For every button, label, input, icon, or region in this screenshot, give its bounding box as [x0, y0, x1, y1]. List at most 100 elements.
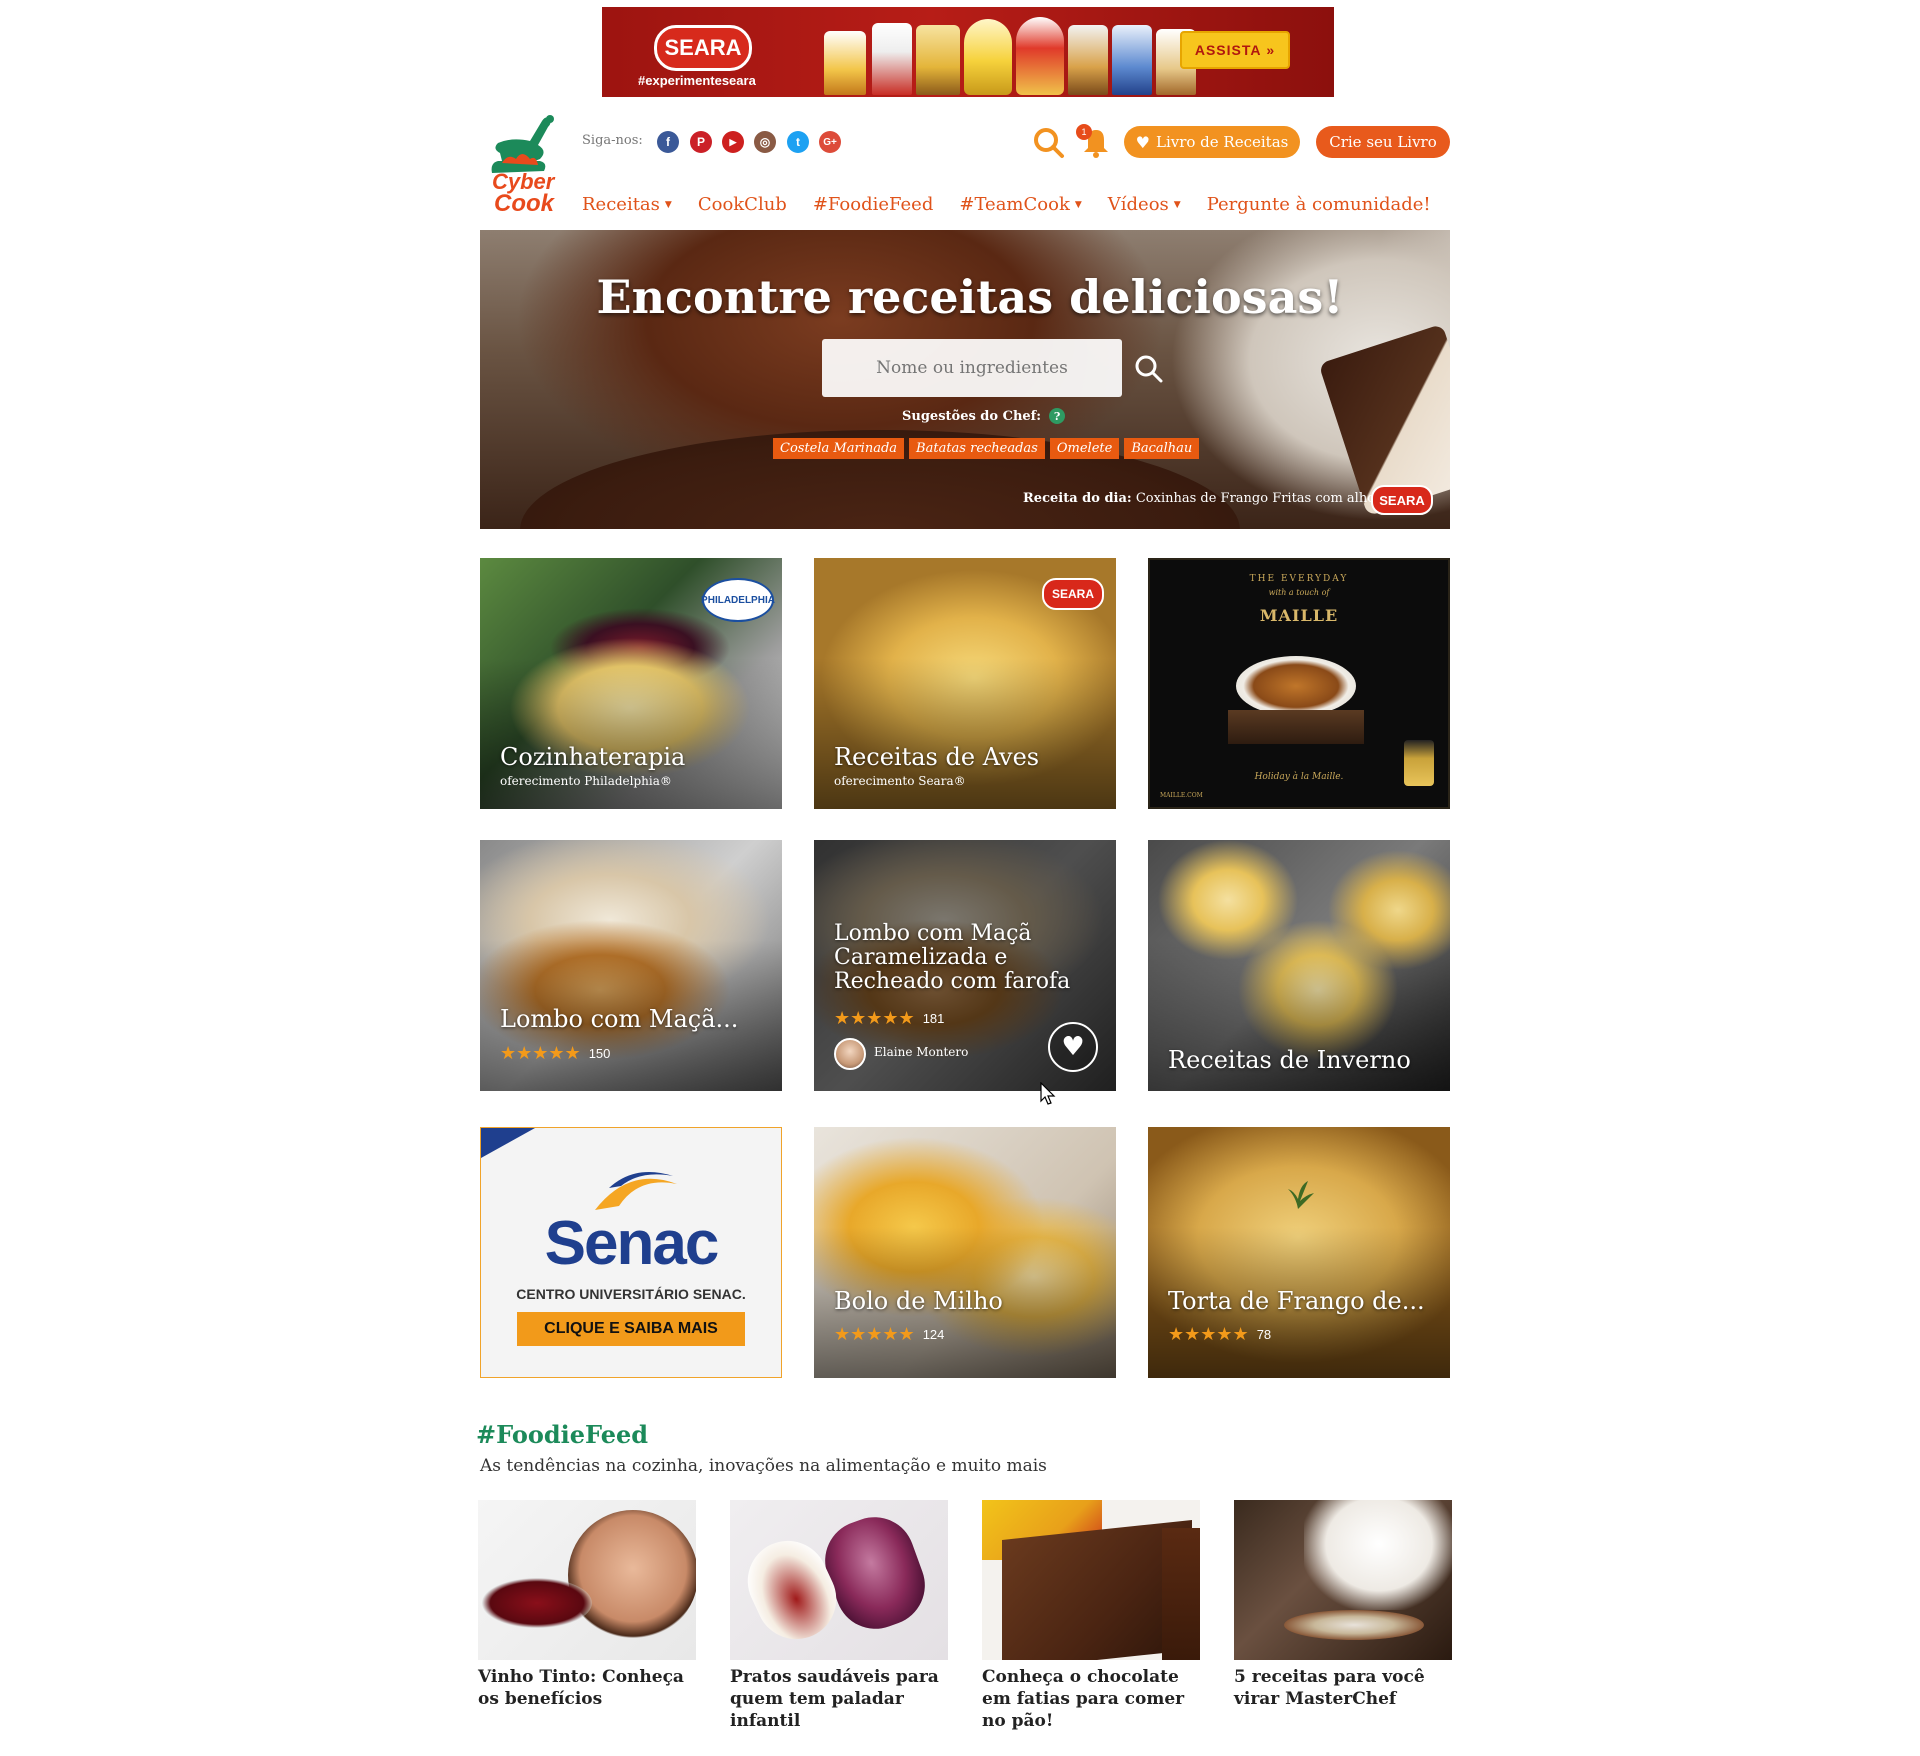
seara-brand-badge: SEARA: [1042, 578, 1104, 610]
rating-stars: ★★★★★ 124: [834, 1324, 944, 1345]
seara-top-banner-ad[interactable]: SEARA #experimenteseara ASSISTA »: [602, 7, 1334, 97]
heart-icon: ♥: [1135, 132, 1150, 152]
notifications-count-badge: 1: [1076, 124, 1092, 140]
ad-tagline: Holiday à la Maille.: [1254, 772, 1344, 782]
nav-item-cookclub[interactable]: CookClub: [698, 194, 787, 215]
heart-icon: ♥: [1061, 1032, 1085, 1062]
svg-text:Cook: Cook: [494, 190, 556, 217]
foodiefeed-item[interactable]: 5 receitas para você virar MasterChef: [1234, 1500, 1452, 1710]
chevron-down-icon: ▼: [1173, 199, 1181, 210]
card-title: Lombo com Maçã Caramelizada e Recheado c…: [834, 921, 1071, 994]
ad-corner-decoration: [481, 1128, 535, 1158]
author-name[interactable]: Elaine Montero: [874, 1045, 968, 1059]
chevron-down-icon: ▼: [664, 199, 672, 210]
rating-stars: ★★★★★ 78: [1168, 1324, 1271, 1345]
recipe-book-button[interactable]: ♥ Livro de Receitas: [1124, 126, 1300, 158]
article-caption[interactable]: Pratos saudáveis para quem tem paladar i…: [730, 1666, 948, 1732]
card-receitas-de-aves[interactable]: SEARA Receitas de Aves oferecimento Sear…: [814, 558, 1116, 809]
foodiefeed-section-subtitle: As tendências na cozinha, inovações na a…: [480, 1456, 1047, 1476]
nav-item-videos[interactable]: Vídeos ▼: [1108, 194, 1181, 215]
maille-ad[interactable]: THE EVERYDAY with a touch of MAILLE Holi…: [1148, 558, 1450, 809]
seara-logo: SEARA: [654, 25, 752, 71]
google-plus-icon[interactable]: G+: [819, 131, 841, 153]
ad-line: THE EVERYDAY: [1249, 574, 1349, 584]
recipe-search-input[interactable]: [822, 339, 1122, 397]
card-sponsor: oferecimento Seara®: [834, 774, 966, 788]
star-icon: ★★★★★: [1168, 1324, 1249, 1345]
senac-ad[interactable]: Senac CENTRO UNIVERSITÁRIO SENAC. CLIQUE…: [480, 1127, 782, 1378]
senac-cta-button[interactable]: CLIQUE E SAIBA MAIS: [517, 1312, 745, 1346]
ad-line: CENTRO UNIVERSITÁRIO SENAC.: [516, 1286, 746, 1302]
nav-item-receitas[interactable]: Receitas ▼: [582, 194, 672, 215]
follow-us-label: Siga-nos:: [582, 133, 643, 148]
card-lombo-com-maca-expanded[interactable]: Lombo com Maçã Caramelizada e Recheado c…: [814, 840, 1116, 1091]
hero-title: Encontre receitas deliciosas!: [596, 270, 1344, 324]
ad-hashtag: #experimenteseara: [638, 73, 756, 88]
mouse-cursor-icon: [1040, 1081, 1056, 1110]
ad-products-image: [812, 15, 1212, 95]
card-cozinhaterapia[interactable]: PHILADELPHIA Cozinhaterapia oferecimento…: [480, 558, 782, 809]
nav-item-teamcook[interactable]: #TeamCook ▼: [959, 194, 1081, 215]
search-icon[interactable]: [1032, 126, 1066, 160]
philadelphia-brand-badge: PHILADELPHIA: [701, 578, 775, 622]
card-sponsor: oferecimento Philadelphia®: [500, 774, 672, 788]
rating-count: 181: [922, 1011, 945, 1026]
article-caption[interactable]: Conheça o chocolate em fatias para comer…: [982, 1666, 1200, 1732]
foodiefeed-item[interactable]: Conheça o chocolate em fatias para comer…: [982, 1500, 1200, 1732]
article-image[interactable]: [730, 1500, 948, 1660]
article-caption[interactable]: 5 receitas para você virar MasterChef: [1234, 1666, 1452, 1710]
ad-line: with a touch of: [1268, 588, 1330, 597]
cybercook-logo[interactable]: Cyber Cook: [482, 113, 562, 217]
search-submit-icon[interactable]: [1134, 354, 1164, 384]
parsley-garnish-image: [1278, 1177, 1318, 1211]
suggestion-chip[interactable]: Bacalhau: [1124, 438, 1200, 459]
card-lombo-com-maca[interactable]: Lombo com Maçã... ★★★★★ 150: [480, 840, 782, 1091]
nav-item-pergunte[interactable]: Pergunte à comunidade!: [1207, 194, 1431, 215]
suggestion-chip[interactable]: Omelete: [1049, 438, 1120, 459]
card-title: Lombo com Maçã...: [500, 1005, 739, 1033]
suggestion-chip[interactable]: Batatas recheadas: [909, 438, 1045, 459]
ad-watch-button[interactable]: ASSISTA »: [1180, 31, 1290, 69]
instagram-icon[interactable]: ◎: [754, 131, 776, 153]
help-icon[interactable]: ?: [1049, 408, 1066, 424]
recipe-of-the-day[interactable]: Receita do dia: Coxinhas de Frango Frita…: [1023, 491, 1375, 506]
card-title: Receitas de Inverno: [1168, 1046, 1411, 1074]
chef-suggestions-label: Sugestões do Chef: ?: [902, 408, 1066, 424]
article-image[interactable]: [982, 1500, 1200, 1660]
foodiefeed-section-title[interactable]: #FoodieFeed: [476, 1420, 648, 1449]
card-title: Cozinhaterapia: [500, 743, 686, 771]
rating-count: 78: [1256, 1327, 1272, 1342]
avatar[interactable]: [834, 1038, 866, 1070]
twitter-icon[interactable]: t: [787, 131, 809, 153]
rating-stars: ★★★★★ 150: [500, 1043, 610, 1064]
main-nav: Receitas ▼ CookClub #FoodieFeed #TeamCook…: [582, 194, 1457, 215]
ad-url: MAILLE.COM: [1160, 792, 1203, 799]
pinterest-icon[interactable]: P: [690, 131, 712, 153]
chevron-down-icon: ▼: [1074, 199, 1082, 210]
star-icon: ★★★★★: [834, 1324, 915, 1345]
favorite-heart-button[interactable]: ♥: [1048, 1022, 1098, 1072]
foodiefeed-item[interactable]: Pratos saudáveis para quem tem paladar i…: [730, 1500, 948, 1732]
seara-sponsor-badge: SEARA: [1371, 485, 1433, 515]
nav-item-foodiefeed[interactable]: #FoodieFeed: [813, 194, 934, 215]
senac-logo: Senac: [544, 1209, 720, 1278]
suggestion-chip[interactable]: Costela Marinada: [773, 438, 905, 459]
facebook-icon[interactable]: f: [657, 131, 679, 153]
card-bolo-de-milho[interactable]: Bolo de Milho ★★★★★ 124: [814, 1127, 1116, 1378]
article-image[interactable]: [478, 1500, 696, 1660]
article-caption[interactable]: Vinho Tinto: Conheça os benefícios: [478, 1666, 696, 1710]
card-receitas-de-inverno[interactable]: Receitas de Inverno: [1148, 840, 1450, 1091]
notifications-bell-icon[interactable]: 1: [1076, 124, 1112, 158]
create-book-button[interactable]: Crie seu Livro: [1316, 126, 1450, 158]
card-title: Bolo de Milho: [834, 1287, 1003, 1315]
article-image[interactable]: [1234, 1500, 1452, 1660]
suggestion-chips: Costela Marinada Batatas recheadas Omele…: [773, 438, 1200, 459]
youtube-icon[interactable]: ▶: [722, 131, 744, 153]
card-title: Torta de Frango de...: [1168, 1287, 1425, 1315]
foodiefeed-item[interactable]: Vinho Tinto: Conheça os benefícios: [478, 1500, 696, 1710]
star-icon: ★★★★★: [834, 1008, 915, 1029]
star-icon: ★★★★★: [500, 1043, 581, 1064]
card-title: Receitas de Aves: [834, 743, 1040, 771]
card-torta-de-frango[interactable]: Torta de Frango de... ★★★★★ 78: [1148, 1127, 1450, 1378]
maille-logo: MAILLE: [1259, 606, 1339, 625]
